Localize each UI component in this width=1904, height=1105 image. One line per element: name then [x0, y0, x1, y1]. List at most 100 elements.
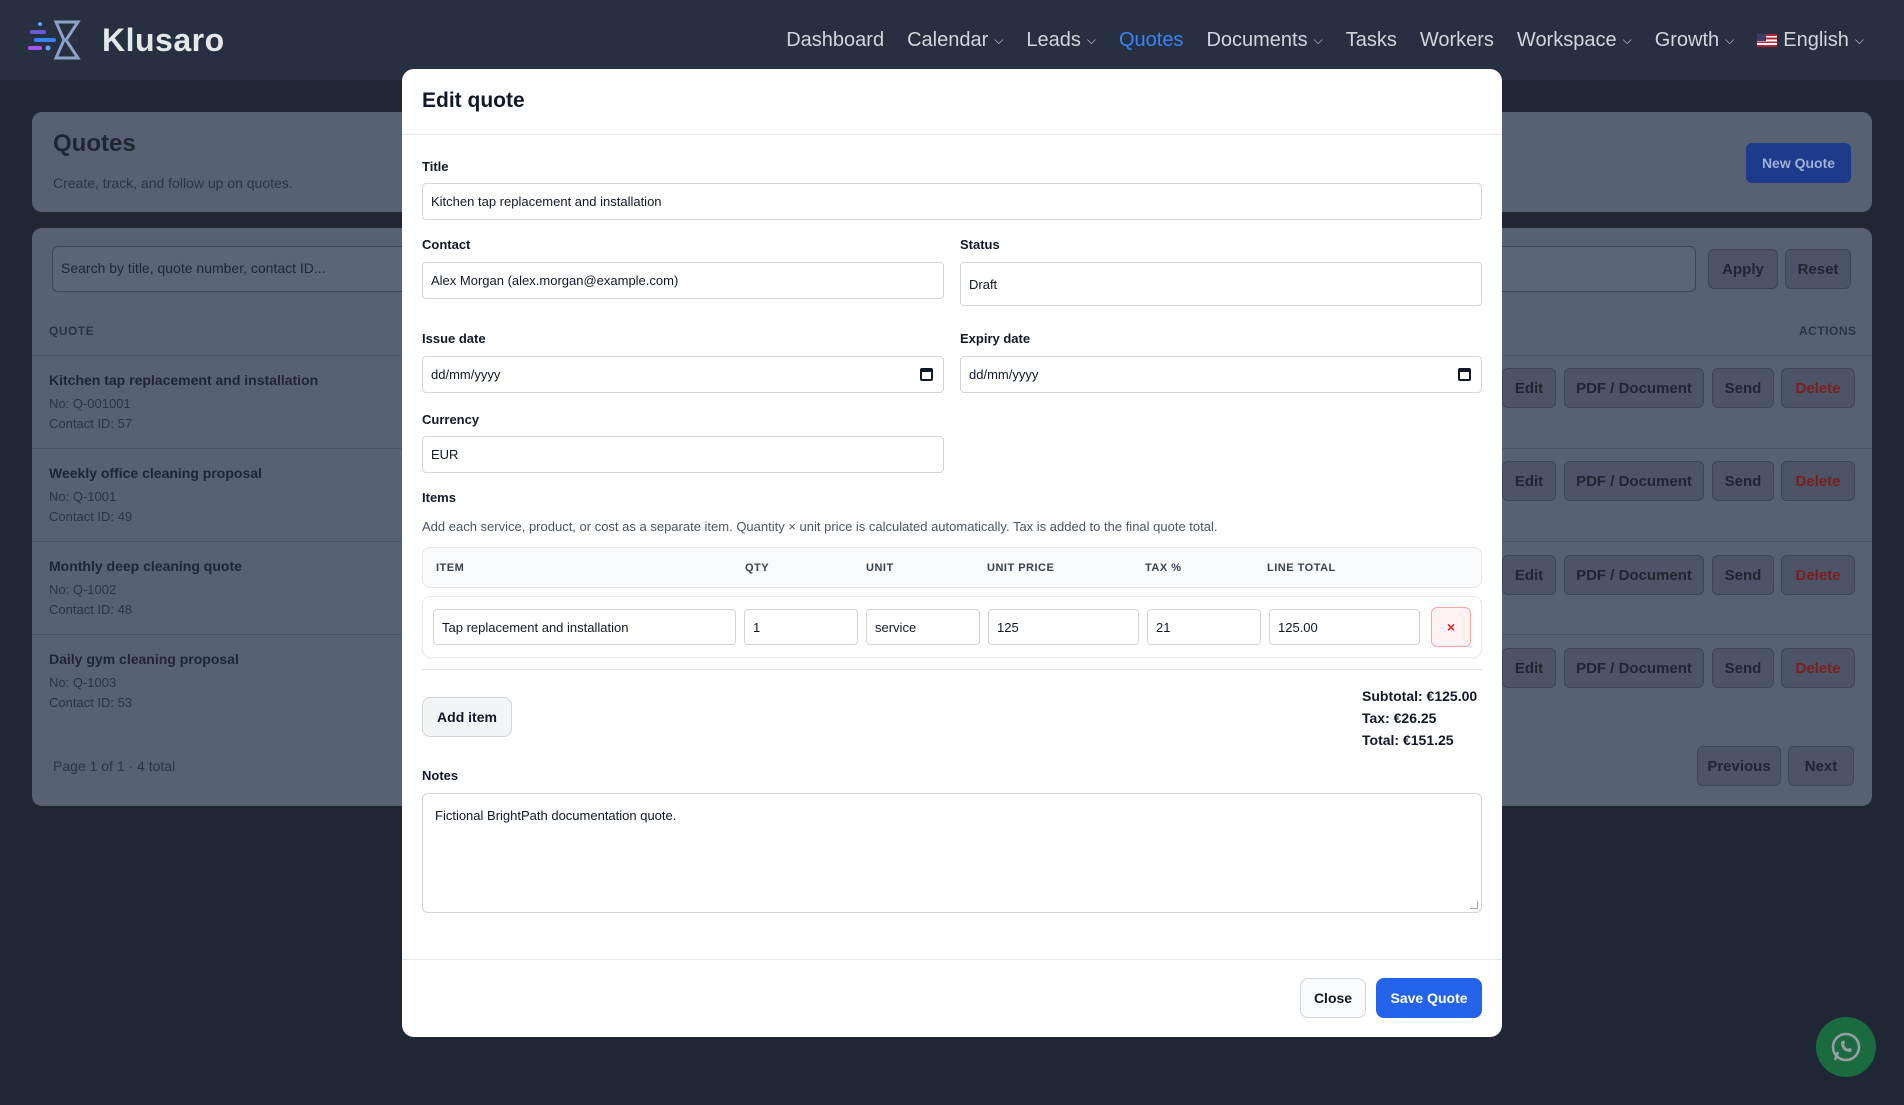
column-header-qty: QTY	[745, 562, 770, 574]
nav-dashboard[interactable]: Dashboard	[786, 29, 884, 52]
pdf-document-button[interactable]: PDF / Document	[1564, 555, 1704, 595]
filter-input[interactable]	[1490, 246, 1696, 292]
nav-leads[interactable]: Leads ⌵	[1026, 29, 1096, 52]
tax-value: Tax: €26.25	[1362, 710, 1437, 726]
expiry-date-label: Expiry date	[960, 331, 1031, 346]
modal-footer-divider	[402, 959, 1502, 960]
pagination-info: Page 1 of 1 · 4 total	[53, 758, 176, 774]
close-icon: ×	[1446, 619, 1456, 635]
quote-row-title[interactable]: Weekly office cleaning proposal	[49, 465, 262, 481]
currency-label: Currency	[422, 412, 480, 427]
notes-value: Fictional BrightPath documentation quote…	[435, 808, 677, 823]
new-quote-button[interactable]: New Quote	[1746, 143, 1851, 183]
edit-button[interactable]: Edit	[1502, 648, 1556, 688]
pdf-document-button[interactable]: PDF / Document	[1564, 368, 1704, 408]
quote-row-title[interactable]: Daily gym cleaning proposal	[49, 651, 239, 667]
issue-date-input[interactable]: dd/mm/yyyy	[422, 356, 944, 393]
pdf-document-button[interactable]: PDF / Document	[1564, 648, 1704, 688]
previous-page-button[interactable]: Previous	[1697, 746, 1781, 786]
us-flag-icon	[1757, 33, 1778, 47]
column-header-line-total: LINE TOTAL	[1267, 562, 1336, 574]
item-tax-input[interactable]: 21	[1147, 609, 1261, 645]
title-input[interactable]: Kitchen tap replacement and installation	[422, 183, 1482, 220]
edit-quote-modal: Edit quote Title Kitchen tap replacement…	[402, 69, 1502, 1037]
nav-tasks[interactable]: Tasks	[1346, 29, 1397, 52]
nav-dashboard-label: Dashboard	[786, 28, 885, 51]
status-select[interactable]: Draft	[960, 262, 1482, 306]
quote-row-title[interactable]: Monthly deep cleaning quote	[49, 558, 242, 574]
quote-row-title[interactable]: Kitchen tap replacement and installation	[49, 372, 318, 388]
item-qty-input[interactable]: 1	[744, 609, 858, 645]
save-quote-button[interactable]: Save Quote	[1376, 978, 1482, 1018]
send-button[interactable]: Send	[1712, 648, 1774, 688]
nav-quotes[interactable]: Quotes	[1119, 29, 1183, 52]
item-unit-price-input[interactable]: 125	[988, 609, 1139, 645]
quote-row-contact: Contact ID: 57	[49, 416, 133, 431]
contact-select[interactable]: Alex Morgan (alex.morgan@example.com)	[422, 262, 944, 299]
item-unit-input[interactable]: service	[866, 609, 980, 645]
column-header-quote: QUOTE	[49, 324, 95, 338]
add-item-button[interactable]: Add item	[422, 697, 512, 737]
nav-documents-label: Documents	[1206, 28, 1308, 51]
page-subtitle: Create, track, and follow up on quotes.	[53, 175, 293, 191]
expiry-date-value: dd/mm/yyyy	[969, 367, 1039, 382]
quote-totals: Subtotal: €125.00 Tax: €26.25 Total: €15…	[1362, 685, 1482, 751]
whatsapp-chat-button[interactable]	[1816, 1017, 1876, 1077]
item-line-total: 125.00	[1269, 609, 1420, 645]
column-header-unit-price: UNIT PRICE	[987, 562, 1055, 574]
quote-row-number: No: Q-001001	[49, 396, 131, 411]
issue-date-value: dd/mm/yyyy	[431, 367, 501, 382]
send-button[interactable]: Send	[1712, 368, 1774, 408]
quote-row-contact: Contact ID: 49	[49, 509, 133, 524]
item-row: Tap replacement and installation 1 servi…	[422, 596, 1482, 658]
column-header-tax: TAX %	[1145, 562, 1182, 574]
column-header-unit: UNIT	[866, 562, 894, 574]
send-button[interactable]: Send	[1712, 461, 1774, 501]
total-value: Total: €151.25	[1362, 732, 1454, 748]
apply-button[interactable]: Apply	[1708, 249, 1778, 289]
expiry-date-input[interactable]: dd/mm/yyyy	[960, 356, 1482, 393]
nav-quotes-label: Quotes	[1118, 28, 1184, 51]
contact-label: Contact	[422, 237, 471, 252]
nav-growth[interactable]: Growth ⌵	[1655, 29, 1735, 52]
edit-button[interactable]: Edit	[1502, 368, 1556, 408]
close-button[interactable]: Close	[1300, 978, 1366, 1018]
resize-handle-icon[interactable]	[1470, 901, 1478, 909]
chevron-down-icon: ⌵	[994, 32, 1004, 47]
items-label: Items	[422, 490, 456, 505]
brand-logo[interactable]: Klusaro	[26, 18, 225, 62]
modal-title: Edit quote	[422, 89, 525, 112]
edit-button[interactable]: Edit	[1502, 461, 1556, 501]
quote-row-contact: Contact ID: 48	[49, 602, 133, 617]
language-label: English	[1783, 28, 1849, 51]
nav-workers[interactable]: Workers	[1420, 29, 1494, 52]
notes-textarea[interactable]: Fictional BrightPath documentation quote…	[422, 793, 1482, 913]
chevron-down-icon: ⌵	[1854, 32, 1864, 47]
delete-button[interactable]: Delete	[1781, 648, 1855, 688]
calendar-icon[interactable]	[1458, 368, 1471, 381]
nav-documents[interactable]: Documents ⌵	[1206, 29, 1322, 52]
subtotal-value: Subtotal: €125.00	[1362, 688, 1478, 704]
column-header-item: ITEM	[436, 562, 465, 574]
remove-item-button[interactable]: ×	[1431, 607, 1471, 647]
delete-button[interactable]: Delete	[1781, 555, 1855, 595]
top-navigation: Klusaro Dashboard Calendar ⌵ Leads ⌵ Quote…	[0, 0, 1904, 80]
edit-button[interactable]: Edit	[1502, 555, 1556, 595]
pdf-document-button[interactable]: PDF / Document	[1564, 461, 1704, 501]
delete-button[interactable]: Delete	[1781, 368, 1855, 408]
calendar-icon[interactable]	[920, 368, 933, 381]
nav-calendar[interactable]: Calendar ⌵	[907, 29, 1003, 52]
quote-row-contact: Contact ID: 53	[49, 695, 133, 710]
currency-input[interactable]: EUR	[422, 436, 944, 473]
reset-button[interactable]: Reset	[1785, 249, 1851, 289]
items-divider	[422, 669, 1482, 670]
nav-workspace[interactable]: Workspace ⌵	[1517, 29, 1632, 52]
item-name-input[interactable]: Tap replacement and installation	[433, 609, 736, 645]
delete-button[interactable]: Delete	[1781, 461, 1855, 501]
send-button[interactable]: Send	[1712, 555, 1774, 595]
status-label: Status	[960, 237, 1000, 252]
nav-leads-label: Leads	[1026, 28, 1081, 51]
chevron-down-icon: ⌵	[1622, 32, 1632, 47]
next-page-button[interactable]: Next	[1788, 746, 1854, 786]
language-selector[interactable]: English ⌵	[1757, 29, 1864, 52]
